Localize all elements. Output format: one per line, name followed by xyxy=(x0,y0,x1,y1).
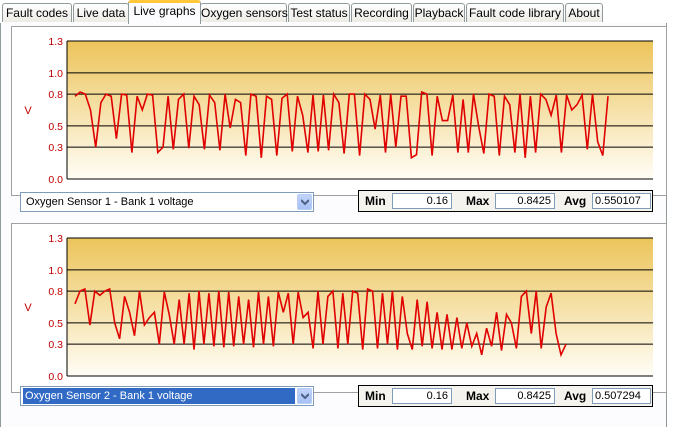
y-tick-label: 0.3 xyxy=(48,339,63,351)
tab-recording[interactable]: Recording xyxy=(351,3,412,22)
max-value: 0.8425 xyxy=(495,193,555,209)
y-tick-label: 0.0 xyxy=(48,371,63,383)
max-value: 0.8425 xyxy=(495,388,555,404)
graph-1-chart: 1.3 1.0 0.8 0.5 0.3 0.0 V xyxy=(24,36,653,186)
tab-fault-code-library[interactable]: Fault code library xyxy=(466,3,564,22)
min-label: Min xyxy=(365,194,386,208)
sensor-2-stats: Min 0.16 Max 0.8425 Avg 0.507294 xyxy=(358,385,653,407)
graph-1: 1.3 1.0 0.8 0.5 0.3 0.0 V xyxy=(11,26,667,196)
avg-label: Avg xyxy=(564,194,587,208)
y-axis-label: V xyxy=(24,302,32,314)
y-tick-label: 0.0 xyxy=(48,174,63,186)
y-tick-label: 0.8 xyxy=(48,89,63,101)
graph-2-chart: 1.3 1.0 0.8 0.5 0.3 0.0 V xyxy=(24,233,653,383)
sensor-1-value: Oxygen Sensor 1 - Bank 1 voltage xyxy=(26,196,194,208)
y-tick-label: 0.5 xyxy=(48,318,63,330)
avg-value: 0.550107 xyxy=(592,193,651,209)
y-tick-label: 1.0 xyxy=(48,265,63,277)
y-axis-label: V xyxy=(24,105,32,117)
sensor-1-dropdown-button[interactable] xyxy=(297,194,312,210)
chevron-down-icon xyxy=(301,393,309,399)
tab-about[interactable]: About xyxy=(565,3,603,22)
sensor-1-stats: Min 0.16 Max 0.8425 Avg 0.550107 xyxy=(358,190,653,212)
graph-2: 1.3 1.0 0.8 0.5 0.3 0.0 V xyxy=(11,223,667,393)
sensor-2-select[interactable]: Oxygen Sensor 2 - Bank 1 voltage xyxy=(20,386,314,406)
tab-playback[interactable]: Playback xyxy=(413,3,465,22)
max-label: Max xyxy=(466,389,490,403)
plot-area xyxy=(67,238,653,376)
y-tick-label: 1.3 xyxy=(48,233,63,245)
min-value: 0.16 xyxy=(392,193,452,209)
y-tick-label: 1.3 xyxy=(48,36,63,48)
y-tick-label: 1.0 xyxy=(48,68,63,80)
tab-oxygen-sensors[interactable]: Oxygen sensors xyxy=(200,3,288,22)
live-graphs-panel: 1.3 1.0 0.8 0.5 0.3 0.0 V Oxygen Sensor 1 - Ba… xyxy=(0,23,667,427)
y-tick-label: 0.5 xyxy=(48,121,63,133)
tab-fault-codes[interactable]: Fault codes xyxy=(2,3,72,22)
min-label: Min xyxy=(365,389,386,403)
avg-label: Avg xyxy=(564,389,587,403)
y-tick-label: 0.3 xyxy=(48,142,63,154)
sensor-2-dropdown-button[interactable] xyxy=(297,388,312,404)
y-tick-label: 0.8 xyxy=(48,286,63,298)
min-value: 0.16 xyxy=(392,388,452,404)
tab-bar: Fault codes Live data Live graphs Oxygen se… xyxy=(0,0,675,24)
sensor-2-value: Oxygen Sensor 2 - Bank 1 voltage xyxy=(23,388,295,404)
avg-value: 0.507294 xyxy=(592,388,651,404)
sensor-1-select[interactable]: Oxygen Sensor 1 - Bank 1 voltage xyxy=(20,192,314,212)
tab-live-graphs[interactable]: Live graphs xyxy=(128,0,201,24)
chevron-down-icon xyxy=(301,199,309,205)
tab-test-status[interactable]: Test status xyxy=(288,3,350,22)
tab-live-data[interactable]: Live data xyxy=(73,3,129,22)
max-label: Max xyxy=(466,194,490,208)
